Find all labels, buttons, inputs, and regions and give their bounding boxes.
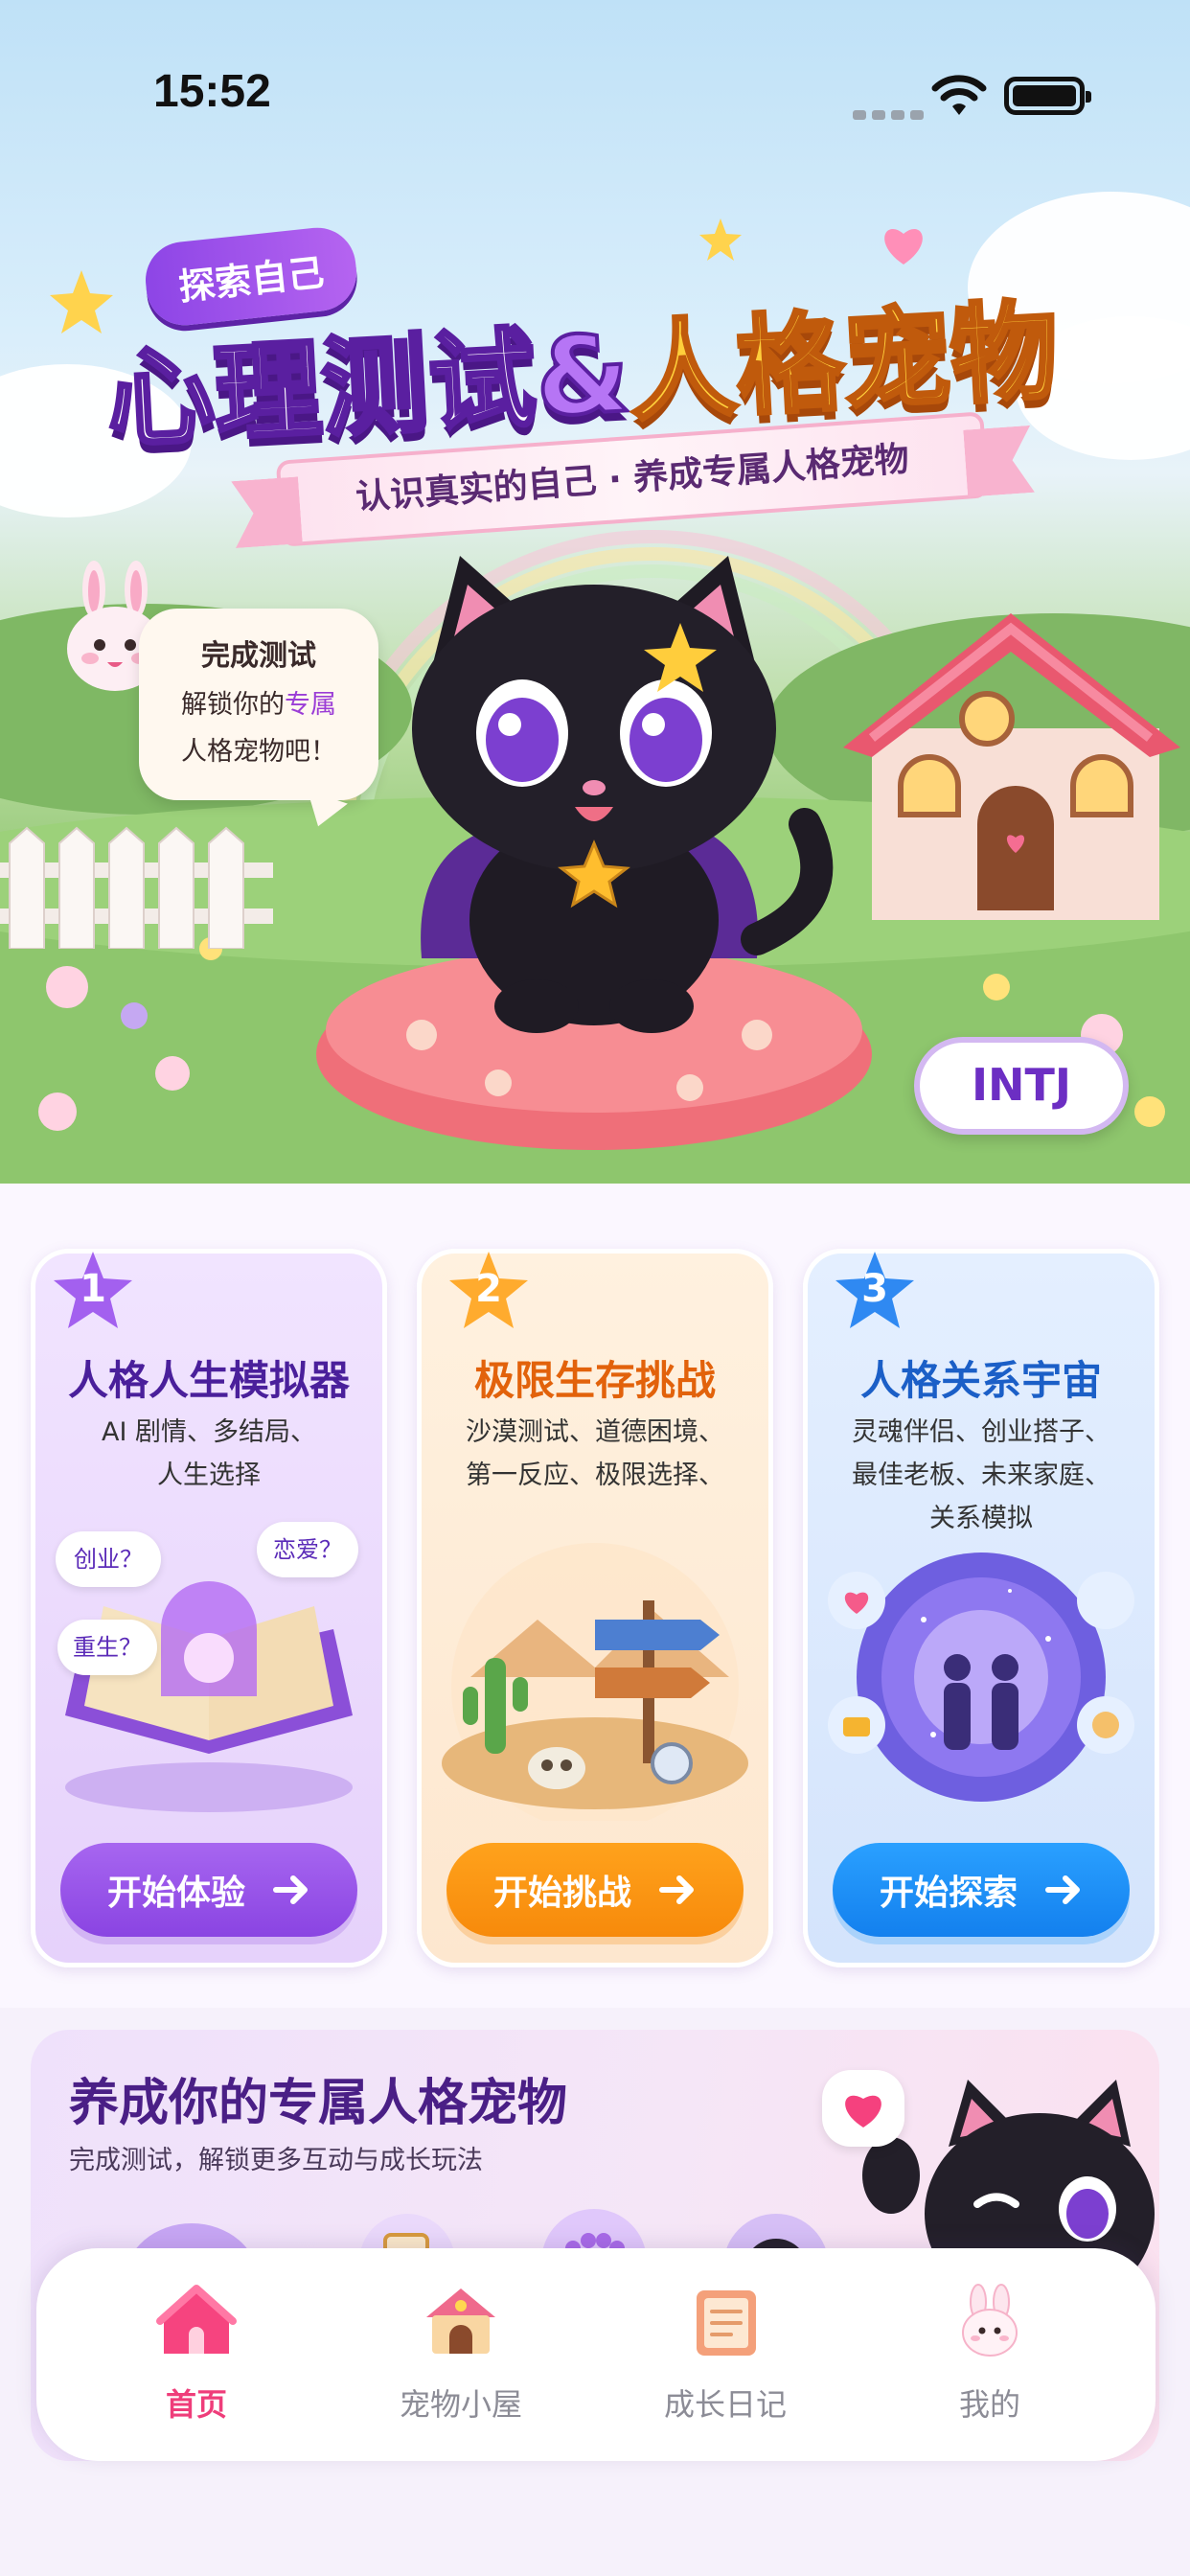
feature-index: 1 xyxy=(80,1267,106,1311)
pet-banner-title: 养成你的专属人格宠物 xyxy=(69,2075,568,2132)
heart-icon xyxy=(845,2095,881,2128)
wifi-icon xyxy=(931,75,987,115)
feature-title: 极限生存挑战 xyxy=(473,1357,716,1404)
feature-desc-line: 最佳老板、未来家庭、 xyxy=(852,1460,1110,1490)
feature-desc-line: 灵魂伴侣、创业搭子、 xyxy=(852,1417,1110,1447)
hero-banner[interactable]: 15:52 探索自己 心理测试&人格宠物 认识真实的自己 · 养成专属人格宠物 xyxy=(0,0,1190,1184)
pet-banner-subtitle: 完成测试，解锁更多互动与成长玩法 xyxy=(69,2146,483,2175)
start-challenge-button[interactable]: 开始挑战 xyxy=(446,1843,744,1937)
tab-profile[interactable]: 我的 xyxy=(894,2283,1086,2426)
tab-label: 首页 xyxy=(165,2386,227,2423)
feature-title: 人格人生模拟器 xyxy=(67,1357,350,1404)
choice-tag: 重生？ xyxy=(57,1620,157,1675)
arrow-right-icon xyxy=(659,1875,694,1904)
tab-label: 我的 xyxy=(958,2386,1020,2423)
relationship-galaxy-illustration xyxy=(828,1552,1134,1802)
tab-growth-diary[interactable]: 成长日记 xyxy=(629,2283,821,2426)
choice-tag: 恋爱？ xyxy=(257,1522,358,1577)
bunny-profile-icon xyxy=(962,2284,1018,2357)
desert-signpost-illustration xyxy=(442,1543,748,1821)
bubble-line-2-prefix: 解锁你的 xyxy=(181,690,285,720)
button-label: 开始挑战 xyxy=(492,1874,631,1913)
status-bar: 15:52 xyxy=(0,0,1190,144)
button-label: 开始探索 xyxy=(879,1874,1018,1913)
tab-label: 成长日记 xyxy=(663,2386,787,2423)
black-cat-pet-illustration xyxy=(316,556,872,1150)
fence-decoration xyxy=(0,826,273,949)
feature-desc-line: AI 剧情、多结局、 xyxy=(101,1417,316,1447)
hero-title-part1: 心理测试 xyxy=(102,314,540,465)
feature-desc-line: 第一反应、极限选择、 xyxy=(466,1460,724,1490)
star-sparkle-icon xyxy=(699,218,742,261)
personality-type-badge[interactable]: INTJ xyxy=(914,1037,1129,1135)
heart-bubble xyxy=(822,2070,904,2147)
arrow-right-icon xyxy=(273,1875,308,1904)
tab-pet-house[interactable]: 宠物小屋 xyxy=(365,2283,557,2426)
feature-desc-line: 人生选择 xyxy=(157,1460,261,1490)
tab-home[interactable]: 首页 xyxy=(101,2283,292,2426)
heart-sparkle-icon xyxy=(884,229,923,264)
choice-tag: 创业？ xyxy=(56,1531,161,1587)
diary-icon xyxy=(697,2290,756,2356)
hero-title-amp: & xyxy=(531,310,634,443)
feature-index: 2 xyxy=(475,1267,502,1311)
pet-house-icon xyxy=(426,2288,495,2354)
home-icon xyxy=(156,2285,237,2354)
tab-label: 宠物小屋 xyxy=(399,2386,522,2423)
hero-title-part2: 人格宠物 xyxy=(624,288,1063,438)
arrow-right-icon xyxy=(1045,1875,1080,1904)
status-time: 15:52 xyxy=(153,66,271,117)
start-experience-button[interactable]: 开始体验 xyxy=(60,1843,357,1937)
feature-title: 人格关系宇宙 xyxy=(859,1357,1102,1404)
cellular-signal-icon xyxy=(853,105,939,120)
battery-icon xyxy=(1004,77,1091,115)
feature-index: 3 xyxy=(861,1267,888,1311)
start-explore-button[interactable]: 开始探索 xyxy=(833,1843,1130,1937)
feature-desc-line: 沙漠测试、道德困境、 xyxy=(466,1417,724,1447)
button-label: 开始体验 xyxy=(106,1874,245,1913)
